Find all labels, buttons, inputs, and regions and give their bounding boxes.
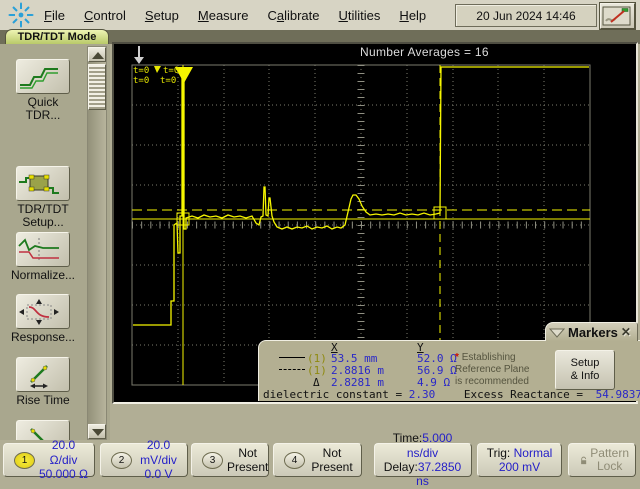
- warning-line-1: * Establishing: [455, 352, 516, 363]
- pattern-lock-label: Pattern Lock: [590, 446, 629, 473]
- channel2-badge: 2: [111, 451, 132, 469]
- menu-help[interactable]: Help: [397, 4, 428, 27]
- trig-mode: Normal: [513, 445, 553, 460]
- scroll-up-button[interactable]: [88, 47, 106, 62]
- warning-star: *: [455, 352, 459, 363]
- collapse-chevron-icon[interactable]: [548, 326, 566, 339]
- grid-lines: [131, 64, 591, 386]
- menu-calibrate[interactable]: Calibrate: [265, 4, 321, 27]
- timebase-button[interactable]: Time:5.000 ns/div Delay:37.2850 ns: [374, 431, 472, 488]
- scrollbar-thumb[interactable]: [88, 64, 106, 110]
- quick-tdr-label: Quick TDR...: [25, 95, 61, 122]
- sidebar: Quick TDR... TDR/TDT Setup... Normalize.…: [0, 44, 110, 469]
- response-button[interactable]: [16, 294, 70, 329]
- dashed-line-symbol: [279, 369, 305, 370]
- rise-time-button[interactable]: [16, 357, 70, 392]
- channel2-scale: 20.0 mV/div: [140, 438, 177, 467]
- rise-time-label: Rise Time: [16, 393, 70, 407]
- datetime-display: 20 Jun 2024 14:46: [455, 4, 597, 27]
- markers-panel-tab[interactable]: Markers ✕: [545, 322, 638, 341]
- svg-text:t=0: t=0: [163, 66, 179, 76]
- normalize-label: Normalize...: [10, 268, 75, 282]
- delay-value: 37.2850 ns: [416, 460, 462, 489]
- time-label: Time:: [392, 431, 423, 446]
- tdr-tdt-setup-icon: [19, 174, 59, 194]
- markers-panel-title: Markers: [568, 324, 618, 340]
- channel2-button[interactable]: 2 20.0 mV/div 0.0 V: [100, 438, 188, 481]
- instrument-window: { "menu": { "items": [ {"label":"File","…: [0, 0, 640, 488]
- response-icon: [19, 298, 59, 325]
- close-icon[interactable]: ✕: [621, 325, 631, 339]
- dielectric-label: dielectric constant =: [263, 388, 403, 401]
- dielectric-value: 2.30: [408, 388, 436, 401]
- tool-rise-time: Rise Time: [0, 357, 86, 407]
- tdr-tdt-setup-label: TDR/TDT Setup...: [17, 202, 69, 229]
- normalize-button[interactable]: [16, 232, 70, 267]
- channel4-badge: 4: [284, 451, 305, 469]
- menu-control[interactable]: Control: [82, 4, 128, 27]
- markers-panel: X Y (1) 53.5 mm 52.0 Ω * Establishing (1…: [258, 340, 640, 401]
- setup-info-button[interactable]: Setup & Info: [555, 350, 615, 390]
- response-label: Response...: [10, 330, 76, 344]
- channel3-status: Not Present: [227, 446, 269, 474]
- tool-normalize: Normalize...: [0, 232, 86, 282]
- channel3-badge: 3: [202, 451, 223, 469]
- tdr-tdt-setup-button[interactable]: [16, 166, 70, 201]
- tab-tdr-tdt-mode[interactable]: TDR/TDT Mode: [5, 29, 109, 44]
- warning-line-3: is recommended: [455, 376, 529, 387]
- averages-readout: Number Averages = 16: [360, 45, 489, 59]
- quick-tdr-icon: [20, 67, 58, 89]
- channel1-scale: 20.0 Ω/div: [49, 438, 78, 467]
- normalize-icon: [18, 237, 59, 262]
- channel3-button[interactable]: 3 Not Present: [191, 443, 269, 477]
- up-arrow-icon: [92, 52, 104, 59]
- menu-bar: File Control Setup Measure Calibrate Uti…: [0, 0, 640, 31]
- trig-level: 200 mV: [498, 460, 541, 474]
- rise-time-icon: [30, 364, 48, 388]
- t0-triangle-icon: [154, 66, 161, 73]
- scroll-down-button[interactable]: [88, 424, 106, 439]
- trigger-button[interactable]: Trig: Normal 200 mV: [477, 443, 562, 477]
- menu-measure[interactable]: Measure: [196, 4, 251, 27]
- menu-setup[interactable]: Setup: [143, 4, 181, 27]
- channel1-offset: 50.000 Ω: [39, 467, 89, 482]
- channel4-button[interactable]: 4 Not Present: [273, 443, 362, 477]
- delay-label: Delay:: [383, 460, 418, 474]
- sidebar-scrollbar[interactable]: [87, 46, 107, 440]
- menu-file[interactable]: File: [42, 4, 67, 27]
- svg-text:t=0: t=0: [160, 76, 176, 86]
- warning-line-2: Reference Plane: [455, 364, 530, 375]
- tool-response: Response...: [0, 294, 86, 344]
- tool-quick-tdr: Quick TDR...: [0, 59, 86, 121]
- channel2-offset: 0.0 V: [144, 467, 173, 482]
- annotation-button[interactable]: [599, 2, 636, 30]
- lock-icon: [581, 456, 587, 464]
- status-bar: 1 20.0 Ω/div 50.000 Ω 2 20.0 mV/div 0.0 …: [0, 431, 640, 488]
- solid-line-symbol: [279, 357, 305, 358]
- channel1-button[interactable]: 1 20.0 Ω/div 50.000 Ω: [3, 438, 95, 481]
- trig-label: Trig:: [486, 445, 511, 460]
- agilent-logo-icon: [8, 2, 34, 28]
- drop-arrow-icon: [134, 46, 144, 64]
- pattern-lock-button[interactable]: Pattern Lock: [568, 443, 636, 477]
- channel4-status: Not Present: [311, 446, 353, 474]
- down-arrow-icon: [92, 429, 104, 436]
- whiteboard-pen-icon: [602, 6, 631, 26]
- svg-text:t=0: t=0: [133, 66, 149, 76]
- quick-tdr-button[interactable]: [16, 59, 70, 94]
- tool-tdr-tdt-setup: TDR/TDT Setup...: [0, 166, 86, 228]
- menu-utilities[interactable]: Utilities: [337, 4, 383, 27]
- svg-text:t=0: t=0: [133, 76, 149, 86]
- channel1-badge: 1: [14, 451, 35, 469]
